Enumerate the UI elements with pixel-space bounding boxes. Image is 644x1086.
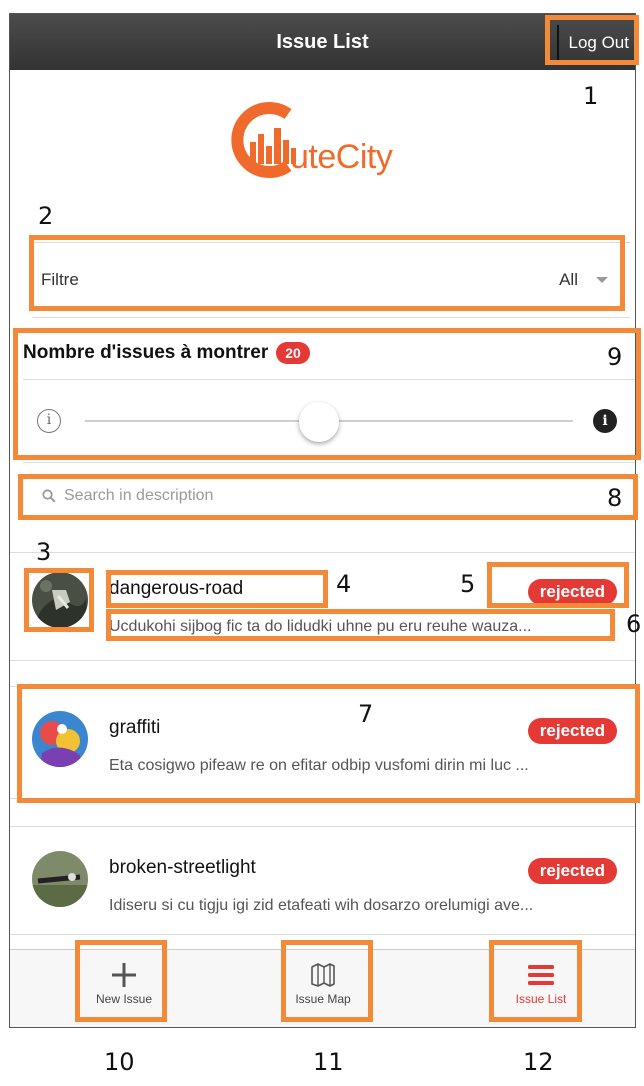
- info-outline-icon: i: [37, 409, 61, 433]
- issue-thumbnail: [32, 572, 88, 628]
- annotation-number: 2: [38, 202, 54, 230]
- issue-count-range: i i: [23, 379, 635, 463]
- logo-wordmark: uteCity: [290, 138, 393, 176]
- list-icon: [528, 965, 554, 985]
- annotation-number: 12: [523, 1048, 554, 1076]
- annotation-number: 3: [36, 538, 52, 566]
- annotation-number: 4: [336, 570, 352, 598]
- filter-select[interactable]: Filtre All: [32, 242, 630, 318]
- issue-description: Ucdukohi sijbog fic ta do lidudki uhne p…: [109, 618, 532, 635]
- issue-list-item[interactable]: dangerous-road rejected Ucdukohi sijbog …: [10, 553, 635, 653]
- annotation-number: 6: [626, 610, 642, 638]
- bottom-tab-bar: New Issue Issue Map Issue List: [10, 949, 635, 1027]
- app-screen: Issue List Log Out uteCity Filtre All No…: [9, 13, 636, 1028]
- annotation-number: 10: [104, 1048, 135, 1076]
- filter-label: Filtre: [41, 270, 79, 289]
- search-bar: [32, 476, 630, 516]
- issue-count-label: Nombre d'issues à montrer: [23, 342, 269, 363]
- issue-list-item[interactable]: broken-streetlight rejected Idiseru si c…: [10, 827, 635, 927]
- road-photo-icon: [32, 572, 88, 628]
- tab-issue-map[interactable]: Issue Map: [273, 950, 373, 1027]
- list-divider: [10, 934, 635, 935]
- screenshot-canvas: Issue List Log Out uteCity Filtre All No…: [0, 0, 644, 1086]
- plus-icon: [112, 963, 136, 987]
- tab-label: Issue Map: [295, 992, 351, 1006]
- map-icon: [311, 963, 335, 987]
- annotation-number: 9: [607, 343, 623, 371]
- annotation-number: 11: [313, 1048, 344, 1076]
- tab-label: Issue List: [515, 992, 567, 1006]
- graffiti-photo-icon: [32, 711, 88, 767]
- citizen-engagement-logo: uteCity: [230, 82, 430, 182]
- page-title: Issue List: [276, 30, 369, 53]
- issue-description: Idiseru si cu tigju igi zid etafeati wih…: [109, 897, 534, 914]
- annotation-number: 1: [583, 82, 599, 110]
- streetlight-photo-icon: [32, 851, 88, 907]
- status-badge: rejected: [527, 858, 617, 884]
- issue-count-heading: Nombre d'issues à montrer 20: [23, 342, 310, 364]
- nav-bar: Issue List Log Out: [10, 14, 635, 70]
- issue-title: graffiti: [109, 717, 161, 738]
- issue-list-item[interactable]: graffiti rejected Eta cosigwo pifeaw re …: [10, 687, 635, 787]
- search-input[interactable]: [64, 487, 604, 505]
- issue-thumbnail: [32, 711, 88, 767]
- filter-selected-value: All: [559, 270, 578, 289]
- annotation-number: 5: [460, 570, 476, 598]
- tab-new-issue[interactable]: New Issue: [74, 950, 174, 1027]
- tab-label: New Issue: [95, 992, 153, 1006]
- annotation-number: 7: [358, 700, 374, 728]
- range-slider-knob[interactable]: [299, 402, 340, 442]
- list-divider: [10, 798, 635, 799]
- search-icon: [42, 489, 56, 503]
- caret-down-icon: [596, 277, 608, 283]
- annotation-number: 8: [607, 484, 623, 512]
- issue-title: broken-streetlight: [109, 857, 256, 878]
- logout-button[interactable]: Log Out: [556, 25, 636, 61]
- issue-title: dangerous-road: [109, 578, 244, 599]
- issue-description: Eta cosigwo pifeaw re on efitar odbip vu…: [109, 757, 529, 774]
- list-divider: [10, 660, 635, 661]
- status-badge: rejected: [527, 579, 617, 605]
- info-filled-icon: i: [593, 409, 617, 433]
- issue-thumbnail: [32, 851, 88, 907]
- status-badge: rejected: [527, 718, 617, 744]
- tab-issue-list[interactable]: Issue List: [491, 950, 591, 1027]
- issue-count-badge: 20: [276, 342, 310, 364]
